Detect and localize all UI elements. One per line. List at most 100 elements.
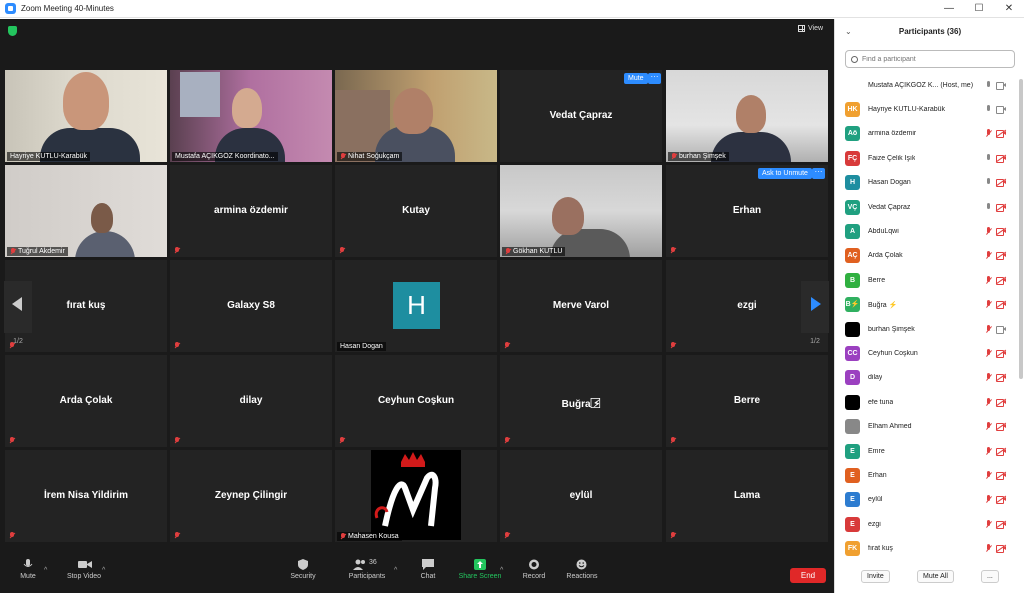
participant-tile[interactable]: Berre [666, 355, 828, 447]
participant-tile[interactable]: Buğra ⚡︎⃞ [500, 355, 662, 447]
microphone-icon [985, 178, 992, 187]
close-button[interactable]: ✕ [994, 0, 1024, 18]
participant-tile[interactable]: Erhan Ask to Unmute ··· [666, 165, 828, 257]
participant-avatar: E [845, 492, 860, 508]
security-button[interactable]: Security [288, 559, 318, 580]
participant-avatar: H [393, 282, 440, 329]
previous-page-button[interactable]: 1/2 [4, 281, 32, 345]
participant-tile[interactable]: eylül [500, 450, 662, 542]
stop-video-button[interactable]: Stop Video [62, 559, 106, 580]
participant-tile[interactable]: Galaxy S8 [170, 260, 332, 352]
participant-search[interactable] [845, 50, 1015, 68]
participant-row[interactable]: burhan Şimşek [835, 317, 1021, 341]
grid-icon [798, 25, 805, 32]
smiley-icon [576, 559, 588, 570]
participant-avatar [845, 394, 860, 410]
more-button[interactable]: ... [981, 570, 999, 583]
participant-row[interactable]: efe tuna [835, 390, 1021, 414]
participant-tile[interactable]: Mahasen Kousa [335, 450, 497, 542]
view-button[interactable]: View [798, 25, 823, 32]
participant-tile[interactable]: Kutay [335, 165, 497, 257]
panel-title: Participants (36) [898, 27, 962, 36]
invite-button[interactable]: Invite [861, 570, 890, 583]
participant-name: AbduLqwi [868, 227, 899, 235]
video-tile[interactable]: Gökhan KUTLU [500, 165, 662, 257]
video-off-icon [995, 154, 1007, 163]
mute-toolbar-button[interactable]: Mute [16, 559, 40, 580]
participants-button[interactable]: 36 Participants [345, 559, 389, 580]
participant-row[interactable]: Eezgi [835, 512, 1021, 536]
participant-row[interactable]: E Emre [835, 439, 1021, 463]
participant-row[interactable]: B⚡ Buğra ⚡ [835, 293, 1021, 317]
participant-row[interactable]: AÇ Arda Çolak [835, 244, 1021, 268]
mute-options-caret[interactable]: ^ [44, 567, 47, 574]
reactions-button[interactable]: Reactions [564, 559, 600, 580]
video-tile[interactable]: Mustafa AÇIKGÖZ Koordinato... [170, 70, 332, 162]
participant-tile[interactable]: armina özdemir [170, 165, 332, 257]
participant-tile[interactable]: Ceyhun Coşkun [335, 355, 497, 447]
mute-all-button[interactable]: Mute All [917, 570, 954, 583]
participant-name-label: Mahasen Kousa [337, 532, 402, 541]
video-tile[interactable]: Tuğrul Akdemir [5, 165, 167, 257]
participant-name: dilay [239, 395, 263, 406]
participant-status-icons [985, 519, 1007, 529]
participant-row[interactable]: H Hasan Dogan [835, 171, 1021, 195]
search-input[interactable] [862, 55, 1002, 63]
participant-row[interactable]: Ddilay [835, 366, 1021, 390]
participant-status-icons [985, 495, 1007, 505]
chat-button[interactable]: Chat [416, 559, 440, 580]
muted-mic-icon [985, 544, 992, 553]
security-shield-icon[interactable] [8, 26, 17, 36]
participant-name: Arda Çolak [868, 252, 903, 260]
video-off-icon [995, 495, 1007, 505]
maximize-button[interactable]: ☐ [964, 0, 994, 18]
video-off-icon [995, 398, 1007, 407]
participant-row[interactable]: E Erhan [835, 463, 1021, 487]
video-tile[interactable]: burhan Şimşek [666, 70, 828, 162]
participant-row[interactable]: HK Hayriye KUTLU-Karabük [835, 97, 1021, 121]
participant-row[interactable]: Mustafa AÇIKGÖZ K... (Host, me) [835, 73, 1021, 97]
participant-tile[interactable]: Lama [666, 450, 828, 542]
participant-row[interactable]: Elham Ahmed [835, 415, 1021, 439]
participant-list-scrollbar[interactable] [1019, 79, 1023, 379]
minimize-button[interactable]: — [934, 0, 964, 18]
participant-tile[interactable]: dilay [170, 355, 332, 447]
video-tile[interactable]: Nihat Soğukçam [335, 70, 497, 162]
participant-row[interactable]: A AbduLqwi [835, 219, 1021, 243]
participant-row[interactable]: FÇ Faize Çelik Işık [835, 146, 1021, 170]
participant-row[interactable]: Eeylül [835, 488, 1021, 512]
share-screen-button[interactable]: Share Screen [458, 559, 502, 580]
participant-tile[interactable]: Vedat Çapraz Mute ··· [500, 70, 662, 162]
participant-name: Mustafa AÇIKGÖZ K... (Host, me) [868, 81, 974, 89]
more-options-button[interactable]: ··· [648, 73, 661, 84]
video-tile[interactable]: Hayriye KUTLU-Karabük [5, 70, 167, 162]
participant-tile[interactable]: İrem Nisa Yildirim [5, 450, 167, 542]
video-feed [5, 70, 167, 162]
participant-tile[interactable]: Zeynep Çilingir [170, 450, 332, 542]
participant-tile[interactable]: H Hasan Dogan [335, 260, 497, 352]
chevron-down-icon[interactable]: ⌄ [845, 19, 852, 45]
participants-options-caret[interactable]: ^ [394, 567, 397, 574]
next-page-button[interactable]: 1/2 [801, 281, 829, 345]
muted-mic-icon [9, 437, 15, 444]
participant-row[interactable]: B Berre [835, 268, 1021, 292]
ask-to-unmute-button[interactable]: Ask to Unmute [758, 168, 812, 179]
muted-mic-icon [985, 397, 992, 407]
participant-row[interactable]: CC Ceyhun Coşkun [835, 341, 1021, 365]
record-button[interactable]: Record [520, 559, 548, 580]
muted-mic-icon [505, 248, 511, 255]
participant-row[interactable]: FK fırat kuş [835, 537, 1021, 559]
participant-tile[interactable]: Merve Varol [500, 260, 662, 352]
end-meeting-button[interactable]: End [790, 568, 826, 583]
muted-mic-icon [985, 495, 992, 504]
participant-tile[interactable]: Arda Çolak [5, 355, 167, 447]
video-options-caret[interactable]: ^ [102, 567, 105, 574]
video-off-icon [995, 227, 1007, 236]
share-options-caret[interactable]: ^ [500, 567, 503, 574]
video-off-icon [995, 129, 1007, 139]
more-options-button[interactable]: ··· [812, 168, 825, 179]
mute-button[interactable]: Mute [624, 73, 648, 84]
video-off-icon [995, 544, 1007, 554]
participant-row[interactable]: Aö armina özdemir [835, 122, 1021, 146]
participant-row[interactable]: VÇ Vedat Çapraz [835, 195, 1021, 219]
